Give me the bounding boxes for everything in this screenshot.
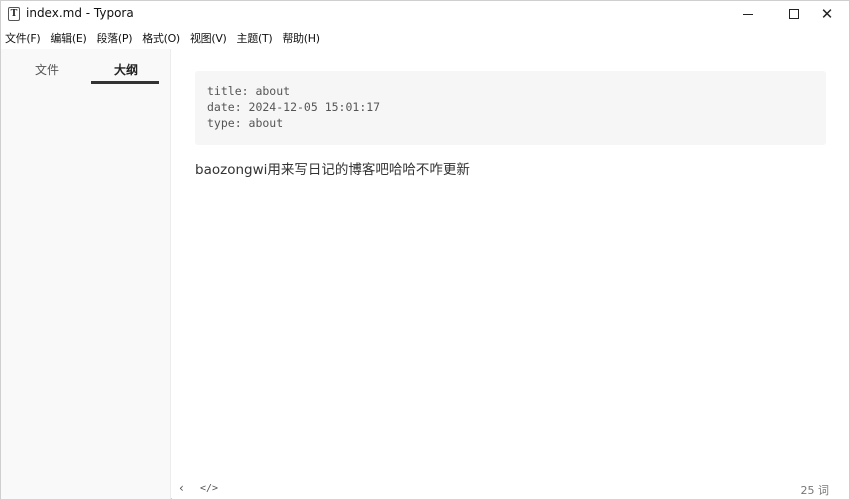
sidebar: 文件 大纲 bbox=[1, 49, 171, 499]
title-bar[interactable]: T index.md - Typora ✕ bbox=[1, 1, 849, 27]
maximize-icon bbox=[789, 9, 799, 19]
word-count[interactable]: 25 词 bbox=[801, 482, 830, 498]
typora-app-icon: T bbox=[8, 7, 20, 21]
menu-bar: 文件(F) 编辑(E) 段落(P) 格式(O) 视图(V) 主题(T) 帮助(H… bbox=[1, 28, 849, 48]
yaml-front-matter[interactable]: title: about date: 2024-12-05 15:01:17 t… bbox=[195, 71, 826, 145]
minimize-button[interactable] bbox=[725, 1, 771, 27]
close-icon: ✕ bbox=[820, 4, 834, 23]
status-footer: ‹ </> 25 词 bbox=[172, 479, 849, 499]
menu-edit[interactable]: 编辑(E) bbox=[50, 30, 86, 46]
source-code-icon[interactable]: </> bbox=[200, 483, 218, 494]
front-matter-line: date: 2024-12-05 15:01:17 bbox=[207, 100, 381, 114]
menu-format[interactable]: 格式(O) bbox=[142, 30, 180, 46]
front-matter-line: type: about bbox=[207, 116, 284, 130]
chevron-left-icon[interactable]: ‹ bbox=[179, 481, 184, 495]
close-button[interactable]: ✕ bbox=[804, 1, 850, 27]
menu-file[interactable]: 文件(F) bbox=[5, 30, 41, 46]
app-window: T index.md - Typora ✕ 文件(F) 编辑(E) 段落(P) … bbox=[0, 0, 850, 499]
menu-view[interactable]: 视图(V) bbox=[190, 30, 227, 46]
window-title: index.md - Typora bbox=[26, 6, 134, 20]
menu-paragraph[interactable]: 段落(P) bbox=[96, 30, 132, 46]
sidebar-tabs: 文件 大纲 bbox=[1, 49, 170, 85]
body-paragraph[interactable]: baozongwi用来写日记的博客吧哈哈不咋更新 bbox=[195, 158, 470, 178]
menu-help[interactable]: 帮助(H) bbox=[282, 30, 320, 46]
editor-pane[interactable]: title: about date: 2024-12-05 15:01:17 t… bbox=[172, 49, 849, 499]
menu-theme[interactable]: 主题(T) bbox=[237, 30, 273, 46]
tab-files[interactable]: 文件 bbox=[35, 61, 59, 78]
active-tab-indicator bbox=[91, 81, 159, 84]
front-matter-line: title: about bbox=[207, 84, 291, 98]
minimize-icon bbox=[743, 13, 753, 15]
tab-outline[interactable]: 大纲 bbox=[114, 61, 138, 78]
